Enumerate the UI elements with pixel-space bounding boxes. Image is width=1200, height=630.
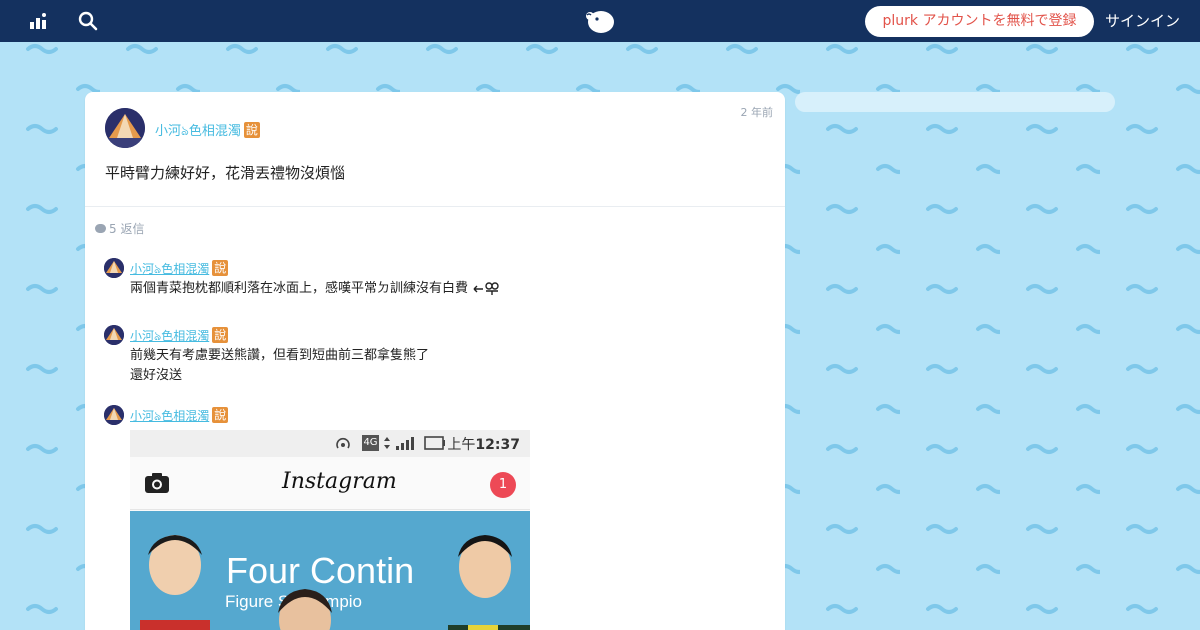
network-type-badge: 4G — [362, 435, 379, 451]
comment-icon — [95, 224, 106, 233]
post-author[interactable]: 小河ঌ色相混濁說 — [155, 120, 260, 143]
qualifier-badge: 說 — [212, 407, 229, 423]
response-author-name[interactable]: 小河ঌ色相混濁 — [130, 329, 209, 343]
response-author[interactable]: 小河ঌ色相混濁說 — [130, 260, 229, 281]
search-icon[interactable] — [78, 11, 98, 31]
response-author[interactable]: 小河ঌ色相混濁說 — [130, 407, 229, 428]
response-text-body: 兩個青菜抱枕都順利落在冰面上，感嘆平常ㄉ訓練沒有白費 — [130, 281, 469, 296]
response-avatar[interactable] — [104, 258, 124, 278]
qualifier-badge: 說 — [212, 327, 229, 343]
signal-icon — [384, 437, 414, 450]
phone-clock: 上午12:37 — [447, 434, 520, 454]
qualifier-badge: 說 — [243, 122, 260, 138]
signin-link[interactable]: サインイン — [1105, 0, 1180, 42]
instagram-screenshot-image[interactable]: 4G 上午12:37 Instagram 1 Four Contin Figur… — [130, 430, 530, 630]
post-author-name[interactable]: 小河ঌ色相混濁 — [155, 124, 241, 139]
response-text-line: 還好沒送 — [130, 368, 183, 383]
plurk-logo-icon[interactable] — [584, 7, 616, 35]
phone-status-bar: 4G 上午12:37 — [130, 430, 530, 457]
clock-time: 12:37 — [475, 437, 520, 453]
plurk-post-card: 2 年前 小河ঌ色相混濁說 平時臂力練好好，花滑丟禮物沒煩惱 5 返信 小河ঌ色… — [85, 92, 785, 630]
response-text-line: 前幾天有考慮要送熊讚，但看到短曲前三都拿隻熊了 — [130, 348, 430, 363]
signup-button[interactable]: plurk アカウントを無料で登録 — [865, 6, 1094, 37]
response-avatar[interactable] — [104, 325, 124, 345]
section-divider — [85, 206, 785, 207]
response-count-text: 5 返信 — [109, 222, 145, 236]
post-timestamp: 2 年前 — [740, 106, 774, 119]
qualifier-badge: 說 — [212, 260, 229, 276]
response-author-name[interactable]: 小河ঌ色相混濁 — [130, 409, 209, 423]
clock-prefix: 上午 — [447, 437, 476, 453]
bar-chart-icon[interactable] — [29, 11, 49, 31]
response-author[interactable]: 小河ঌ色相混濁說 — [130, 327, 229, 348]
sidebar-placeholder — [795, 92, 1115, 112]
author-avatar[interactable] — [105, 108, 145, 148]
emoticon-icon — [473, 282, 499, 295]
response-count: 5 返信 — [95, 220, 144, 237]
response-text: 兩個青菜抱枕都順利落在冰面上，感嘆平常ㄉ訓練沒有白費 — [130, 279, 500, 299]
post-content: 平時臂力練好好，花滑丟禮物沒煩惱 — [105, 164, 346, 182]
response-avatar[interactable] — [104, 405, 124, 425]
notification-badge: 1 — [490, 472, 516, 498]
skaters-figures — [140, 535, 530, 630]
top-navigation-bar: plurk アカウントを無料で登録 サインイン — [0, 0, 1200, 42]
instagram-wordmark: Instagram — [282, 469, 397, 494]
response-text: 前幾天有考慮要送熊讚，但看到短曲前三都拿隻熊了 還好沒送 — [130, 346, 429, 386]
response-author-name[interactable]: 小河ঌ色相混濁 — [130, 262, 209, 276]
hotspot-icon — [336, 437, 350, 449]
camera-icon — [145, 473, 169, 493]
battery-icon — [424, 436, 445, 450]
